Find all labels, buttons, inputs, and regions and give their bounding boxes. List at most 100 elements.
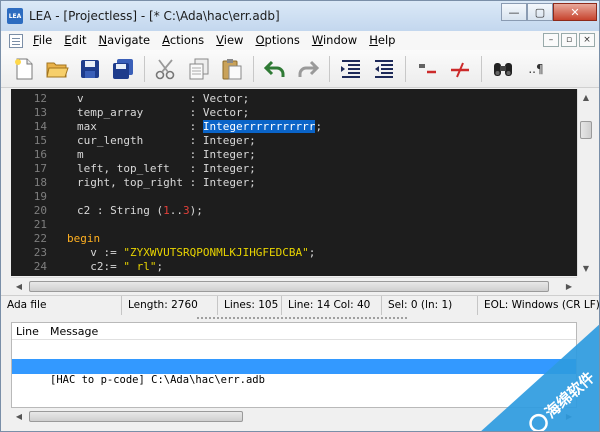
show-special-chars-button[interactable]: ..¶ [521,54,551,84]
paste-button[interactable] [217,54,247,84]
code-token: v := [77,246,124,259]
copy-button[interactable] [184,54,214,84]
messages-horizontal-scroll-thumb[interactable] [29,411,243,422]
scroll-right-icon[interactable]: ▶ [561,278,577,294]
code-line[interactable]: 17 left, top_left : Integer; [11,162,577,176]
save-button[interactable] [75,54,105,84]
column-header-line[interactable]: Line [16,323,39,340]
copy-icon [189,58,209,79]
code-line[interactable]: 24 c2:= " rl"; [11,260,577,274]
code-line[interactable]: 22 begin [11,232,577,246]
code-line[interactable]: 20 c2 : String (1..3); [11,204,577,218]
find-button[interactable] [488,54,518,84]
code-text: c2:= " rl"; [77,260,163,274]
indent-button[interactable] [336,54,366,84]
selected-text: Integerrrrrrrrrrr [202,120,316,133]
cut-button[interactable] [151,54,181,84]
message-line: 14 [16,375,29,387]
line-number: 25 [11,274,47,276]
save-all-icon [113,58,133,79]
message-text: Undefined identifier [50,390,177,402]
message-row-selected[interactable]: 14 Undefined identifier [12,359,576,402]
document-icon[interactable] [9,33,23,48]
document-window-controls: – ▫ × [543,33,595,47]
open-file-button[interactable] [42,54,72,84]
open-folder-icon [46,62,69,77]
uncomment-button[interactable] [445,54,475,84]
status-bar: Ada file Length: 2760 Lines: 105 Line: 1… [1,295,599,315]
menu-options[interactable]: Options [249,31,305,50]
code-line[interactable]: 19 [11,190,577,204]
code-line[interactable]: 14 max : Integerrrrrrrrrrr; [11,120,577,134]
redo-button[interactable] [293,54,323,84]
scroll-up-icon[interactable]: ▲ [578,89,594,105]
cut-icon [155,58,175,79]
line-number: 21 [33,218,47,231]
line-number: 12 [33,92,47,105]
close-button[interactable]: ✕ [553,3,597,21]
messages-vertical-scrollbar[interactable] [577,322,594,408]
save-all-button[interactable] [108,54,138,84]
menu-edit[interactable]: Edit [58,31,92,50]
window-controls: — ▢ ✕ [501,3,597,21]
code-line[interactable]: 12 v : Vector; [11,92,577,106]
code-line[interactable]: 21 [11,218,577,232]
menu-navigate[interactable]: Navigate [93,31,157,50]
code-token: ; [308,246,316,259]
code-line[interactable]: 18 right, top_right : Integer; [11,176,577,190]
editor-vertical-scrollbar[interactable]: ▲ ▼ [577,89,594,276]
new-file-button[interactable] [9,54,39,84]
code-token: cur_length : Integer; [77,134,256,147]
status-lines: Lines: 105 [217,296,281,315]
code-text: left, top_left : Integer; [77,162,256,176]
status-file-type: Ada file [7,299,47,311]
menu-window[interactable]: Window [306,31,363,50]
code-line[interactable]: 25 max := 26; [11,274,577,276]
code-text: m : Integer; [77,148,256,162]
code-text: right, top_right : Integer; [77,176,256,190]
menu-view[interactable]: View [210,31,249,50]
code-line[interactable]: 13 temp_array : Vector; [11,106,577,120]
unindent-button[interactable] [369,54,399,84]
scroll-left-icon[interactable]: ◀ [11,408,27,424]
editor-horizontal-scroll-thumb[interactable] [29,281,549,292]
code-line[interactable]: 16 m : Integer; [11,148,577,162]
maximize-button[interactable]: ▢ [527,3,553,21]
code-token: .. [169,204,183,217]
menu-help[interactable]: Help [363,31,401,50]
code-editor[interactable]: 12 v : Vector; 13 temp_array : Vector; 14 max… [11,89,577,276]
comment-icon [419,63,436,73]
line-number: 22 [33,232,47,245]
doc-minimize-button[interactable]: – [543,33,559,47]
menu-actions[interactable]: Actions [156,31,210,50]
number-literal: 3 [182,204,190,217]
editor-vertical-scroll-thumb[interactable] [580,121,592,139]
code-line[interactable]: 23 v := "ZYXWVUTSRQPONMLKJIHGFEDCBA"; [11,246,577,260]
editor-horizontal-scrollbar[interactable]: ◀ ▶ [11,277,577,294]
minimize-button[interactable]: — [501,3,527,21]
code-token: ; [150,274,157,276]
code-token: max : [77,120,203,133]
code-text: c2 : String (1..3); [77,204,203,218]
scroll-left-icon[interactable]: ◀ [11,278,27,294]
code-token: temp_array : Vector; [77,106,250,119]
scroll-down-icon[interactable]: ▼ [578,260,594,276]
code-text: temp_array : Vector; [77,106,249,120]
line-number: 17 [33,162,47,175]
doc-restore-button[interactable]: ▫ [561,33,577,47]
messages-horizontal-scrollbar[interactable]: ◀ ▶ [11,408,577,425]
code-text: max := 26; [77,274,156,276]
code-text: cur_length : Integer; [77,134,256,148]
doc-close-button[interactable]: × [579,33,595,47]
scroll-right-icon[interactable]: ▶ [561,408,577,424]
menu-file[interactable]: File [27,31,58,50]
column-header-message[interactable]: Message [50,323,98,340]
toolbar-separator [405,55,406,82]
splitter-grip[interactable] [197,317,407,320]
message-row[interactable]: ---- [HAC to p-code] C:\Ada\hac\err.adb [12,343,576,386]
unindent-icon [375,59,393,78]
code-line[interactable]: 15 cur_length : Integer; [11,134,577,148]
comment-button[interactable] [412,54,442,84]
undo-button[interactable] [260,54,290,84]
menu-bar: File Edit Navigate Actions View Options … [1,31,599,50]
